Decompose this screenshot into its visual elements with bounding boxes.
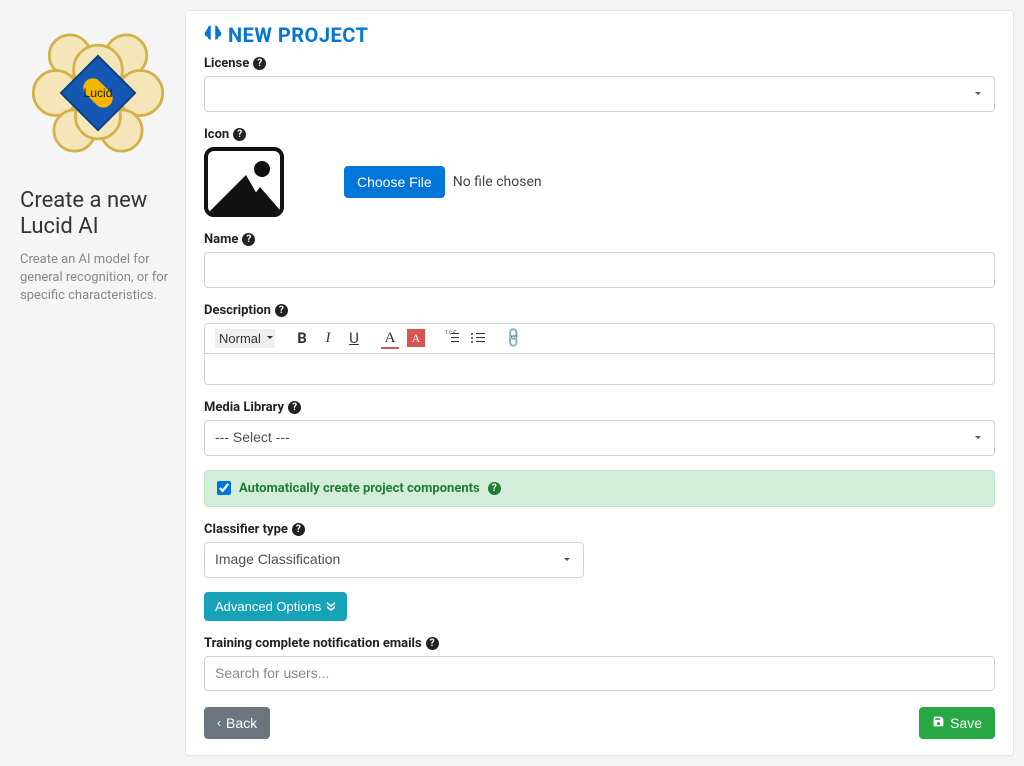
advanced-options-button[interactable]: Advanced Options xyxy=(204,592,347,621)
media-select[interactable]: --- Select --- xyxy=(204,420,995,456)
description-label: Description ? xyxy=(204,303,288,318)
rich-text-editor: Normal B I U A A xyxy=(204,323,995,385)
emails-group: Training complete notification emails ? xyxy=(204,635,995,692)
sidebar-title: Create a new Lucid AI xyxy=(20,188,170,241)
auto-components-label: Automatically create project components xyxy=(239,481,480,496)
chevron-left-icon: ‹ xyxy=(217,716,221,730)
chevron-double-down-icon xyxy=(326,599,336,614)
license-label: License ? xyxy=(204,56,266,71)
svg-text:Lucid: Lucid xyxy=(83,85,112,99)
link-icon[interactable]: 🔗 xyxy=(501,325,526,350)
editor-body[interactable] xyxy=(205,354,994,384)
page-title-text: NEW PROJECT xyxy=(228,23,368,47)
brain-icon xyxy=(204,23,222,47)
icon-label: Icon ? xyxy=(204,127,246,142)
help-icon[interactable]: ? xyxy=(288,401,301,414)
icon-group: Icon ? Choose File No file chosen xyxy=(204,126,995,217)
back-button[interactable]: ‹ Back xyxy=(204,707,270,739)
bold-icon[interactable]: B xyxy=(293,329,311,347)
emails-input[interactable] xyxy=(204,656,995,692)
ordered-list-icon[interactable] xyxy=(443,329,461,347)
highlight-color-icon[interactable]: A xyxy=(407,329,425,347)
advanced-group: Advanced Options xyxy=(204,592,995,621)
auto-components-checkbox[interactable] xyxy=(217,481,231,495)
name-label: Name ? xyxy=(204,232,255,247)
auto-components-group: Automatically create project components … xyxy=(204,470,995,507)
name-group: Name ? xyxy=(204,231,995,288)
help-icon[interactable]: ? xyxy=(253,57,266,70)
classifier-select[interactable]: Image Classification xyxy=(204,542,584,578)
format-select[interactable]: Normal xyxy=(215,329,275,348)
underline-icon[interactable]: U xyxy=(345,329,363,347)
page-title: NEW PROJECT xyxy=(204,23,995,47)
classifier-label: Classifier type ? xyxy=(204,522,305,537)
help-icon[interactable]: ? xyxy=(488,482,501,495)
emails-label: Training complete notification emails ? xyxy=(204,636,439,651)
media-label: Media Library ? xyxy=(204,400,301,415)
name-input[interactable] xyxy=(204,252,995,288)
italic-icon[interactable]: I xyxy=(319,329,337,347)
help-icon[interactable]: ? xyxy=(275,304,288,317)
sidebar-subtitle: Create an AI model for general recogniti… xyxy=(20,251,170,306)
unordered-list-icon[interactable] xyxy=(469,329,487,347)
file-status: No file chosen xyxy=(453,174,542,190)
image-placeholder-icon xyxy=(204,147,284,217)
help-icon[interactable]: ? xyxy=(233,128,246,141)
choose-file-button[interactable]: Choose File xyxy=(344,166,445,198)
save-icon xyxy=(932,715,945,731)
text-color-icon[interactable]: A xyxy=(381,329,399,347)
license-select[interactable] xyxy=(204,76,995,112)
main-panel: NEW PROJECT License ? Icon ? xyxy=(185,10,1014,756)
brand-logo: Lucid xyxy=(20,15,175,170)
classifier-group: Classifier type ? Image Classification xyxy=(204,521,995,578)
sidebar: Lucid Create a new Lucid AI Create an AI… xyxy=(10,10,185,756)
save-button[interactable]: Save xyxy=(919,707,995,739)
help-icon[interactable]: ? xyxy=(242,233,255,246)
media-group: Media Library ? --- Select --- xyxy=(204,399,995,456)
license-group: License ? xyxy=(204,55,995,112)
editor-toolbar: Normal B I U A A xyxy=(205,324,994,354)
footer-actions: ‹ Back Save xyxy=(204,707,995,739)
help-icon[interactable]: ? xyxy=(292,523,305,536)
description-group: Description ? Normal B I U A A xyxy=(204,302,995,385)
help-icon[interactable]: ? xyxy=(426,637,439,650)
